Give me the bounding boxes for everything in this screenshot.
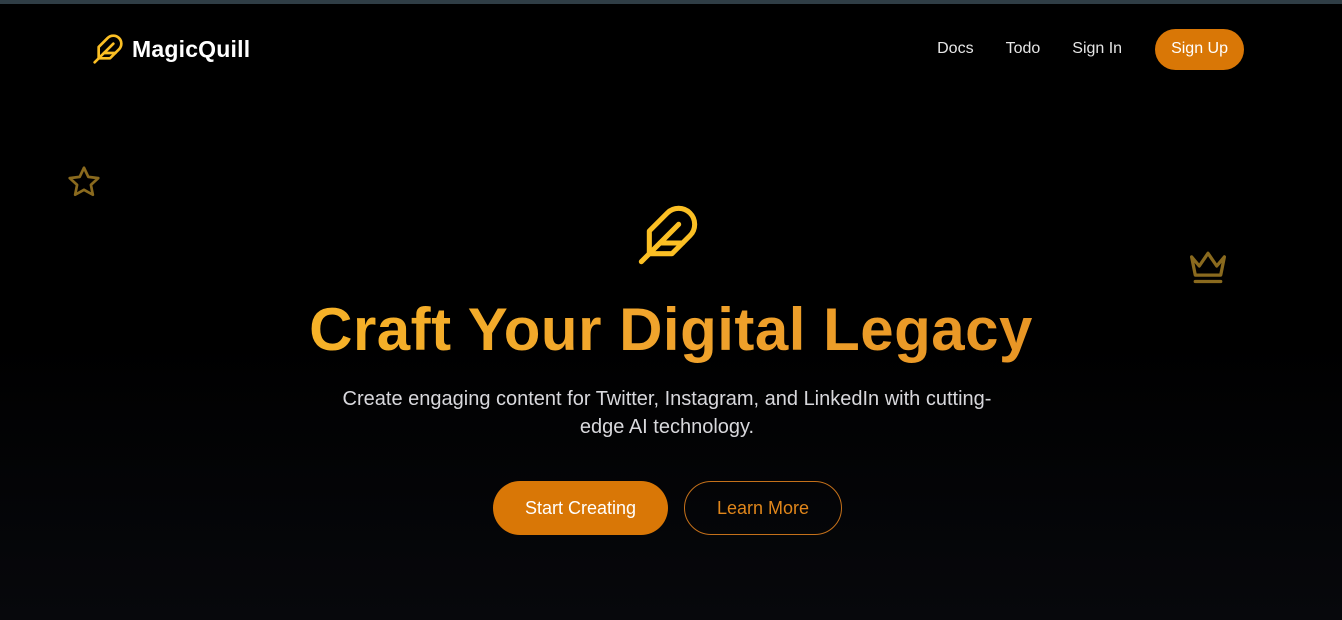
cta-row: Start Creating Learn More: [493, 481, 842, 535]
navbar: MagicQuill Docs Todo Sign In Sign Up: [0, 4, 1342, 94]
learn-more-button[interactable]: Learn More: [684, 481, 842, 535]
nav-links: Docs Todo Sign In Sign Up: [937, 28, 1244, 70]
crown-icon: [1186, 246, 1230, 291]
hero-title: Craft Your Digital Legacy: [0, 295, 1342, 365]
brand-logo-link[interactable]: MagicQuill: [92, 32, 250, 66]
brand-name: MagicQuill: [132, 35, 251, 62]
nav-link-docs[interactable]: Docs: [937, 40, 973, 58]
feather-icon: [92, 33, 124, 65]
star-icon: [66, 164, 102, 205]
feather-icon: [636, 203, 700, 272]
sign-up-button[interactable]: Sign Up: [1155, 28, 1244, 70]
nav-link-todo[interactable]: Todo: [1006, 40, 1041, 58]
hero-subtitle: Create engaging content for Twitter, Ins…: [342, 388, 992, 438]
start-creating-button[interactable]: Start Creating: [493, 481, 668, 535]
nav-link-sign-in[interactable]: Sign In: [1072, 40, 1122, 58]
